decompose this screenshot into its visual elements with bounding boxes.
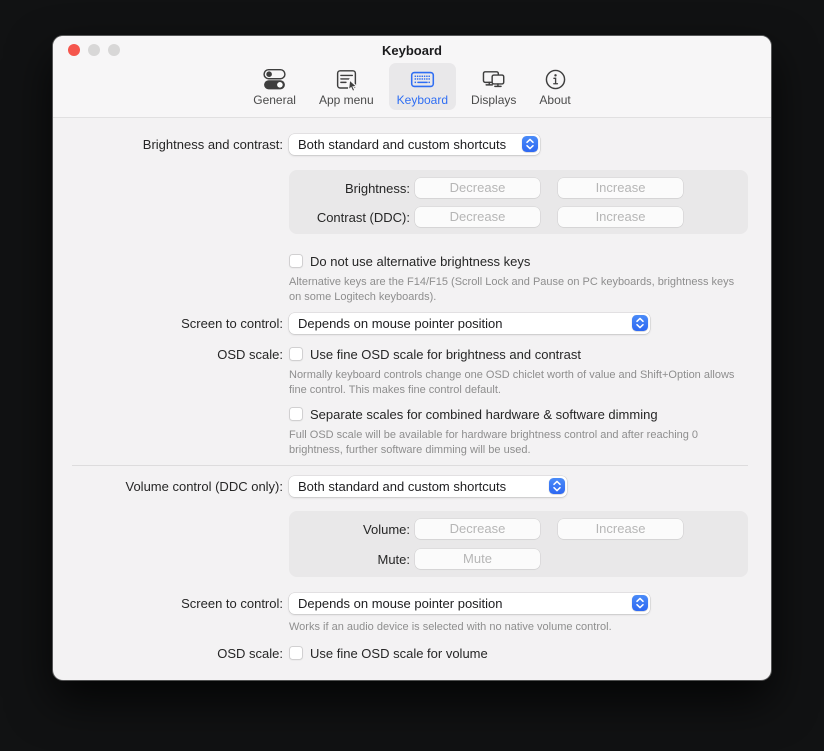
- volume-shortcuts-box: Volume: Decrease Increase Mute: Mute: [289, 511, 748, 577]
- separate-scales-row: Separate scales for combined hardware & …: [53, 406, 658, 422]
- brightness-screen-row: Screen to control: Depends on mouse poin…: [53, 312, 650, 334]
- contrast-shortcut-row: Contrast (DDC): Decrease Increase: [289, 207, 683, 227]
- tab-general-label: General: [253, 93, 296, 107]
- volume-screen-row: Screen to control: Depends on mouse poin…: [53, 592, 650, 614]
- preferences-window: Keyboard General: [53, 36, 771, 680]
- brightness-shortcuts-box: Brightness: Decrease Increase Contrast (…: [289, 170, 748, 234]
- info-icon: [542, 66, 569, 93]
- traffic-lights: [68, 44, 120, 56]
- volume-mode-label: Volume control (DDC only):: [53, 479, 283, 494]
- window-title: Keyboard: [53, 36, 771, 62]
- volume-increase-button[interactable]: Increase: [558, 519, 683, 539]
- fine-osd-brightness-checkbox-label: Use fine OSD scale for brightness and co…: [310, 347, 581, 362]
- volume-row-label: Volume:: [289, 522, 410, 537]
- alt-keys-checkbox-label: Do not use alternative brightness keys: [310, 254, 530, 269]
- separate-scales-checkbox[interactable]: [289, 407, 303, 421]
- alt-keys-help-text: Alternative keys are the F14/F15 (Scroll…: [289, 275, 744, 305]
- close-button[interactable]: [68, 44, 80, 56]
- tab-keyboard[interactable]: Keyboard: [389, 63, 456, 110]
- keyboard-icon: [409, 66, 436, 93]
- volume-osd-row: OSD scale: Use fine OSD scale for volume: [53, 645, 488, 661]
- brightness-row-label: Brightness:: [289, 181, 410, 196]
- volume-screen-popup-value: Depends on mouse pointer position: [298, 596, 503, 611]
- alt-keys-checkbox[interactable]: [289, 254, 303, 268]
- mute-button[interactable]: Mute: [415, 549, 540, 569]
- fine-osd-help-text: Normally keyboard controls change one OS…: [289, 368, 744, 398]
- tab-app-menu[interactable]: App menu: [311, 63, 382, 110]
- displays-icon: [480, 66, 507, 93]
- popup-chevrons-icon: [632, 315, 648, 331]
- volume-mode-row: Volume control (DDC only): Both standard…: [53, 475, 567, 497]
- menu-doc-icon: [333, 66, 360, 93]
- separate-scales-checkbox-label: Separate scales for combined hardware & …: [310, 407, 658, 422]
- contrast-row-label: Contrast (DDC):: [289, 210, 410, 225]
- volume-screen-popup[interactable]: Depends on mouse pointer position: [289, 593, 650, 614]
- alt-keys-row: Do not use alternative brightness keys: [53, 253, 530, 269]
- toggles-icon: [261, 66, 288, 93]
- mute-row-label: Mute:: [289, 552, 410, 567]
- fine-osd-volume-checkbox-label: Use fine OSD scale for volume: [310, 646, 488, 661]
- tab-keyboard-label: Keyboard: [397, 93, 448, 107]
- separate-scales-help-text: Full OSD scale will be available for har…: [289, 428, 744, 458]
- brightness-mode-label: Brightness and contrast:: [53, 137, 283, 152]
- brightness-screen-label: Screen to control:: [53, 316, 283, 331]
- volume-decrease-button[interactable]: Decrease: [415, 519, 540, 539]
- tab-displays-label: Displays: [471, 93, 516, 107]
- preferences-toolbar: General App menu: [53, 63, 771, 110]
- keyboard-settings-pane: Brightness and contrast: Both standard a…: [53, 118, 771, 679]
- tab-displays[interactable]: Displays: [463, 63, 524, 110]
- mute-shortcut-row: Mute: Mute: [289, 549, 540, 569]
- section-divider: [72, 465, 748, 466]
- tab-app-menu-label: App menu: [319, 93, 374, 107]
- fine-osd-brightness-checkbox[interactable]: [289, 347, 303, 361]
- brightness-decrease-button[interactable]: Decrease: [415, 178, 540, 198]
- tab-general[interactable]: General: [245, 63, 304, 110]
- popup-chevrons-icon: [632, 595, 648, 611]
- volume-mode-popup[interactable]: Both standard and custom shortcuts: [289, 476, 567, 497]
- brightness-screen-popup[interactable]: Depends on mouse pointer position: [289, 313, 650, 334]
- volume-screen-help-text: Works if an audio device is selected wit…: [289, 620, 612, 635]
- brightness-shortcut-row: Brightness: Decrease Increase: [289, 178, 683, 198]
- brightness-mode-popup[interactable]: Both standard and custom shortcuts: [289, 134, 540, 155]
- brightness-osd-label: OSD scale:: [53, 347, 283, 362]
- tab-about-label: About: [539, 93, 570, 107]
- volume-shortcut-row: Volume: Decrease Increase: [289, 519, 683, 539]
- contrast-decrease-button[interactable]: Decrease: [415, 207, 540, 227]
- window-header: Keyboard General: [53, 36, 771, 118]
- volume-osd-label: OSD scale:: [53, 646, 283, 661]
- minimize-button: [88, 44, 100, 56]
- fine-osd-volume-checkbox[interactable]: [289, 646, 303, 660]
- brightness-mode-popup-value: Both standard and custom shortcuts: [298, 137, 506, 152]
- tab-about[interactable]: About: [531, 63, 578, 110]
- brightness-increase-button[interactable]: Increase: [558, 178, 683, 198]
- contrast-increase-button[interactable]: Increase: [558, 207, 683, 227]
- volume-screen-label: Screen to control:: [53, 596, 283, 611]
- brightness-screen-popup-value: Depends on mouse pointer position: [298, 316, 503, 331]
- popup-chevrons-icon: [522, 136, 538, 152]
- zoom-button: [108, 44, 120, 56]
- brightness-osd-row: OSD scale: Use fine OSD scale for bright…: [53, 346, 581, 362]
- popup-chevrons-icon: [549, 478, 565, 494]
- volume-mode-popup-value: Both standard and custom shortcuts: [298, 479, 506, 494]
- brightness-mode-row: Brightness and contrast: Both standard a…: [53, 133, 540, 155]
